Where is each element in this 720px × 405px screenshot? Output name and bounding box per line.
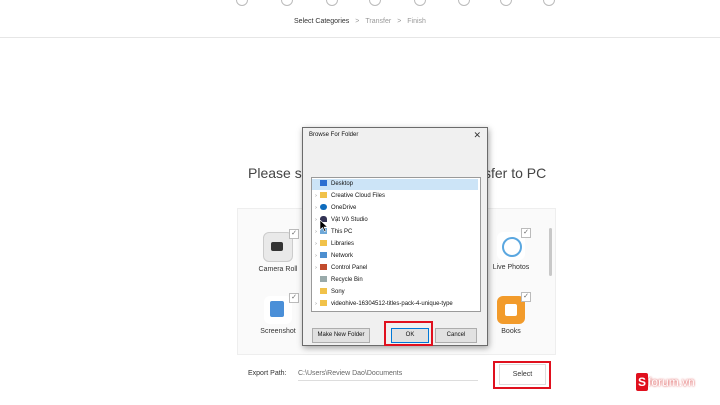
logo-text: forum.vn xyxy=(648,375,695,389)
page-heading-right: sfer to PC xyxy=(484,165,547,181)
highlight-box-ok xyxy=(384,321,433,346)
folder-icon xyxy=(320,192,327,198)
screenshot-icon xyxy=(264,296,292,324)
tree-item-label: Network xyxy=(331,253,354,259)
chevron-right-icon[interactable]: › xyxy=(312,251,320,262)
tree-item-label: Libraries xyxy=(331,241,355,247)
browse-folder-dialog: Browse For Folder ✕ Desktop › Creative Cl… xyxy=(302,127,488,346)
control-panel-icon xyxy=(320,264,327,270)
tree-item-label: Desktop xyxy=(331,181,354,187)
tree-item-label: Creative Cloud Files xyxy=(331,193,386,199)
nav-icon[interactable] xyxy=(369,0,381,6)
top-nav-icons xyxy=(0,0,720,6)
step-select-categories: Select Categories xyxy=(294,18,350,25)
desktop-icon xyxy=(320,180,327,186)
nav-icon[interactable] xyxy=(414,0,426,6)
folder-tree[interactable]: Desktop › Creative Cloud Files › OneDrive … xyxy=(311,177,481,312)
export-path-label: Export Path: xyxy=(248,370,287,377)
category-label: Books xyxy=(501,328,521,335)
tree-item-creative-cloud[interactable]: › Creative Cloud Files xyxy=(312,191,385,202)
chevron-right-icon[interactable]: › xyxy=(312,263,320,274)
screenshot-checkbox[interactable]: ✓ xyxy=(289,293,299,303)
highlight-box-select xyxy=(493,361,551,389)
network-icon xyxy=(320,252,327,258)
tree-item-label: Vật Vô Studio xyxy=(331,217,368,223)
tree-item-label: OneDrive xyxy=(331,205,357,211)
books-checkbox[interactable]: ✓ xyxy=(521,292,531,302)
chevron-right-icon[interactable]: › xyxy=(312,203,320,214)
camera-roll-checkbox[interactable]: ✓ xyxy=(289,229,299,239)
recycle-bin-icon xyxy=(320,276,327,282)
logo-mark: S xyxy=(636,373,649,391)
tree-item-label: This PC xyxy=(331,229,353,235)
divider xyxy=(0,37,720,38)
nav-icon[interactable] xyxy=(543,0,555,6)
folder-icon xyxy=(320,300,327,306)
tree-item-label: Recycle Bin xyxy=(331,277,363,283)
category-label: Camera Roll xyxy=(258,266,298,273)
page-heading-left: Please se xyxy=(248,165,310,181)
step-separator: > xyxy=(397,18,402,25)
chevron-right-icon[interactable]: › xyxy=(312,191,320,202)
tree-item-network[interactable]: › Network xyxy=(312,251,353,262)
tree-item-onedrive[interactable]: › OneDrive xyxy=(312,203,356,214)
step-finish: Finish xyxy=(407,18,426,25)
folder-icon xyxy=(320,288,327,294)
nav-icon[interactable] xyxy=(458,0,470,6)
nav-icon[interactable] xyxy=(326,0,338,6)
tree-item-videohive[interactable]: › videohive-16304512-titles-pack-4-unique… xyxy=(312,299,453,310)
forum-logo: Sforum.vn xyxy=(636,373,695,391)
category-label: Screenshot xyxy=(260,328,296,335)
onedrive-icon xyxy=(320,204,327,210)
nav-icon[interactable] xyxy=(281,0,293,6)
chevron-right-icon[interactable]: › xyxy=(312,299,320,310)
make-new-folder-button[interactable]: Make New Folder xyxy=(312,328,370,343)
step-breadcrumb: Select Categories > Transfer > Finish xyxy=(0,18,720,25)
nav-icon[interactable] xyxy=(236,0,248,6)
export-path-field[interactable]: C:\Users\Review Dao\Documents xyxy=(298,368,478,381)
tree-item-recycle-bin[interactable]: Recycle Bin xyxy=(312,275,363,286)
chevron-right-icon[interactable]: › xyxy=(312,239,320,250)
tree-item-label: Control Panel xyxy=(331,265,368,271)
tree-item-sony[interactable]: Sony xyxy=(312,287,345,298)
folder-icon xyxy=(320,240,327,246)
live-photos-checkbox[interactable]: ✓ xyxy=(521,228,531,238)
tree-item-label: Sony xyxy=(331,289,345,295)
cancel-button[interactable]: Cancel xyxy=(435,328,477,343)
mouse-cursor-icon xyxy=(319,220,328,232)
tree-item-desktop[interactable]: Desktop xyxy=(312,179,478,190)
tree-item-libraries[interactable]: › Libraries xyxy=(312,239,354,250)
nav-icon[interactable] xyxy=(500,0,512,6)
tree-item-control-panel[interactable]: › Control Panel xyxy=(312,263,367,274)
close-icon[interactable]: ✕ xyxy=(473,130,481,141)
category-label: Live Photos xyxy=(492,264,530,271)
panel-scrollbar[interactable] xyxy=(549,228,552,276)
tree-item-label: videohive-16304512-titles-pack-4-unique-… xyxy=(331,301,453,307)
step-separator: > xyxy=(355,18,360,25)
step-transfer: Transfer xyxy=(365,18,392,25)
dialog-title: Browse For Folder xyxy=(309,132,359,138)
